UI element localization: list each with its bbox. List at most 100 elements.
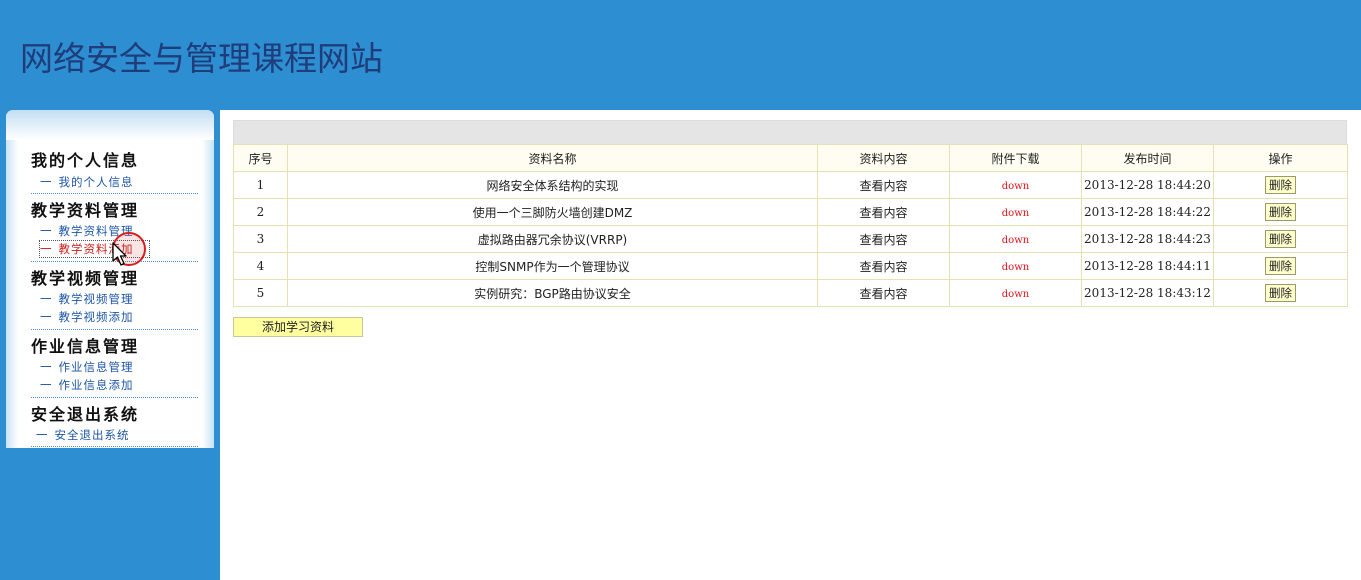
site-title: 网络安全与管理课程网站 — [20, 39, 383, 78]
content-cell: 查看内容 — [817, 225, 950, 253]
link-dash: 一 — [40, 292, 53, 306]
content-cell: 查看内容 — [817, 279, 950, 307]
publish-time: 2013-12-28 18:43:12 — [1084, 286, 1211, 300]
time-cell: 2013-12-28 18:44:11 — [1081, 252, 1214, 280]
download-cell: down — [949, 198, 1082, 226]
link-dash: 一 — [40, 378, 53, 392]
sidebar-divider — [31, 261, 198, 262]
view-content-link[interactable]: 查看内容 — [859, 179, 907, 193]
sidebar-link-label: 安全退出系统 — [54, 428, 130, 442]
link-dash: 一 — [40, 360, 53, 374]
delete-button[interactable]: 删除 — [1265, 176, 1296, 194]
sidebar-link-homework-add[interactable]: 一作业信息添加 — [40, 377, 200, 393]
content-cell: 查看内容 — [817, 198, 950, 226]
materials-table: 序号 资料名称 资料内容 附件下载 发布时间 操作 1 网络安全体系结构的实现 … — [233, 144, 1348, 307]
row-number: 1 — [233, 171, 288, 199]
time-cell: 2013-12-28 18:44:20 — [1081, 171, 1214, 199]
publish-time: 2013-12-28 18:44:23 — [1084, 232, 1211, 246]
action-cell: 删除 — [1213, 171, 1348, 199]
material-name: 网络安全体系结构的实现 — [486, 178, 619, 193]
table-row: 2 使用一个三脚防火墙创建DMZ 查看内容 down 2013-12-28 18… — [233, 198, 1348, 226]
time-cell: 2013-12-28 18:44:22 — [1081, 198, 1214, 226]
material-name: 控制SNMP作为一个管理协议 — [475, 259, 630, 274]
column-header-name: 资料名称 — [287, 144, 818, 172]
sidebar-link-videos-add[interactable]: 一教学视频添加 — [40, 309, 200, 325]
link-dash: 一 — [40, 175, 53, 189]
sidebar-group-title-profile: 我的个人信息 — [31, 151, 140, 170]
sidebar-link-label: 教学资料添加 — [58, 242, 134, 256]
download-cell: down — [949, 171, 1082, 199]
sidebar-link-homework-manage[interactable]: 一作业信息管理 — [40, 359, 200, 375]
sidebar-group-title-homework: 作业信息管理 — [31, 337, 140, 356]
row-number: 5 — [233, 279, 288, 307]
table-row: 3 虚拟路由器冗余协议(VRRP) 查看内容 down 2013-12-28 1… — [233, 225, 1348, 253]
time-cell: 2013-12-28 18:43:12 — [1081, 279, 1214, 307]
column-header-download: 附件下载 — [949, 144, 1082, 172]
material-name: 虚拟路由器冗余协议(VRRP) — [477, 232, 628, 247]
sidebar-link-videos-manage[interactable]: 一教学视频管理 — [40, 291, 200, 307]
sidebar-link-label: 作业信息添加 — [58, 378, 134, 392]
action-cell: 删除 — [1213, 198, 1348, 226]
sidebar-link-materials-add[interactable]: 一教学资料添加 — [39, 240, 150, 258]
sidebar-group-title-videos: 教学视频管理 — [31, 269, 140, 288]
main-content: 序号 资料名称 资料内容 附件下载 发布时间 操作 1 网络安全体系结构的实现 … — [220, 110, 1361, 580]
view-content-link[interactable]: 查看内容 — [859, 260, 907, 274]
publish-time: 2013-12-28 18:44:22 — [1084, 205, 1211, 219]
publish-time: 2013-12-28 18:44:11 — [1084, 259, 1211, 273]
add-material-button[interactable]: 添加学习资料 — [233, 317, 363, 337]
name-cell: 使用一个三脚防火墙创建DMZ — [287, 198, 818, 226]
sidebar-group-title-materials: 教学资料管理 — [31, 201, 140, 220]
link-dash: 一 — [40, 242, 53, 256]
sidebar-link-logout[interactable]: 一安全退出系统 — [36, 427, 196, 443]
sidebar-link-my-profile[interactable]: 一我的个人信息 — [40, 174, 200, 190]
content-cell: 查看内容 — [817, 171, 950, 199]
link-dash: 一 — [40, 310, 53, 324]
download-link[interactable]: down — [1002, 235, 1029, 246]
delete-button[interactable]: 删除 — [1265, 284, 1296, 302]
content-cell: 查看内容 — [817, 252, 950, 280]
name-cell: 控制SNMP作为一个管理协议 — [287, 252, 818, 280]
download-cell: down — [949, 279, 1082, 307]
download-link[interactable]: down — [1002, 262, 1029, 273]
download-cell: down — [949, 225, 1082, 253]
view-content-link[interactable]: 查看内容 — [859, 206, 907, 220]
sidebar-divider — [31, 193, 198, 194]
sidebar-link-materials-manage[interactable]: 一教学资料管理 — [40, 223, 200, 239]
sidebar-link-label: 教学资料管理 — [58, 224, 134, 238]
material-name: 实例研究：BGP路由协议安全 — [474, 286, 631, 301]
sidebar-group-title-logout: 安全退出系统 — [31, 405, 140, 424]
sidebar: 我的个人信息 一我的个人信息 教学资料管理 一教学资料管理 一教学资料添加 教学… — [6, 110, 214, 448]
column-header-action: 操作 — [1213, 144, 1348, 172]
table-toolbar — [233, 120, 1347, 146]
name-cell: 虚拟路由器冗余协议(VRRP) — [287, 225, 818, 253]
sidebar-divider — [31, 329, 198, 330]
delete-button[interactable]: 删除 — [1265, 203, 1296, 221]
download-link[interactable]: down — [1002, 181, 1029, 192]
row-number: 3 — [233, 225, 288, 253]
link-dash: 一 — [40, 224, 53, 238]
delete-button[interactable]: 删除 — [1265, 230, 1296, 248]
action-cell: 删除 — [1213, 252, 1348, 280]
sidebar-link-label: 我的个人信息 — [58, 175, 134, 189]
action-cell: 删除 — [1213, 225, 1348, 253]
download-link[interactable]: down — [1002, 208, 1029, 219]
column-header-no: 序号 — [233, 144, 288, 172]
sidebar-divider — [31, 397, 198, 398]
download-link[interactable]: down — [1002, 289, 1029, 300]
sidebar-link-label: 教学视频添加 — [58, 310, 134, 324]
name-cell: 实例研究：BGP路由协议安全 — [287, 279, 818, 307]
row-number: 2 — [233, 198, 288, 226]
sidebar-divider — [31, 446, 198, 447]
delete-button[interactable]: 删除 — [1265, 257, 1296, 275]
sidebar-top-band — [6, 110, 214, 140]
view-content-link[interactable]: 查看内容 — [859, 233, 907, 247]
name-cell: 网络安全体系结构的实现 — [287, 171, 818, 199]
row-number: 4 — [233, 252, 288, 280]
material-name: 使用一个三脚防火墙创建DMZ — [472, 205, 633, 220]
action-cell: 删除 — [1213, 279, 1348, 307]
view-content-link[interactable]: 查看内容 — [859, 287, 907, 301]
column-header-content: 资料内容 — [817, 144, 950, 172]
download-cell: down — [949, 252, 1082, 280]
time-cell: 2013-12-28 18:44:23 — [1081, 225, 1214, 253]
table-row: 5 实例研究：BGP路由协议安全 查看内容 down 2013-12-28 18… — [233, 279, 1348, 307]
